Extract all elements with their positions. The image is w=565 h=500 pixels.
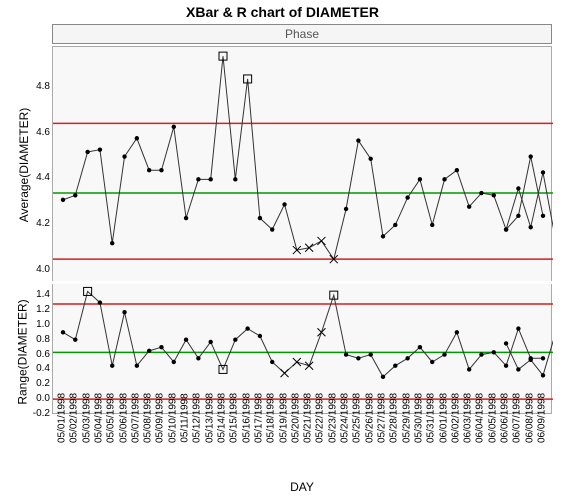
x-tick: 05/13/1998 [204, 393, 215, 443]
x-tick: 05/27/1998 [377, 393, 388, 443]
y-tick: 1.2 [22, 305, 50, 315]
y-tick: 0.2 [22, 379, 50, 389]
x-tick: 06/07/1998 [512, 393, 523, 443]
x-tick: 06/03/1998 [463, 393, 474, 443]
x-tick: 05/18/1998 [266, 393, 277, 443]
y-tick: 1.0 [22, 320, 50, 330]
x-tick: 05/28/1998 [389, 393, 400, 443]
x-tick: 05/02/1998 [69, 393, 80, 443]
y-tick: -0.2 [22, 409, 50, 419]
x-tick: 05/17/1998 [253, 393, 264, 443]
x-tick: 05/15/1998 [229, 393, 240, 443]
phase-header: Phase [52, 24, 552, 44]
x-tick: 05/11/1998 [180, 393, 191, 442]
x-tick: 05/12/1998 [192, 393, 203, 443]
x-tick: 05/04/1998 [93, 393, 104, 443]
x-tick: 05/29/1998 [401, 393, 412, 443]
x-tick: 06/01/1998 [438, 393, 449, 443]
x-tick: 05/10/1998 [167, 393, 178, 443]
x-axis-label: DAY [52, 480, 552, 494]
x-tick: 06/06/1998 [500, 393, 511, 443]
chart-title: XBar & R chart of DIAMETER [0, 4, 565, 20]
x-tick: 05/09/1998 [155, 393, 166, 443]
x-tick: 05/05/1998 [106, 393, 117, 443]
y-tick: 4.6 [22, 128, 50, 138]
y-tick: 0.0 [22, 394, 50, 404]
y-tick: 4.8 [22, 82, 50, 92]
y-tick: 4.4 [22, 173, 50, 183]
y-ticks-xbar: 4.0 4.2 4.4 4.6 4.8 [20, 46, 50, 281]
x-tick: 06/08/1998 [524, 393, 535, 443]
x-tick: 05/06/1998 [118, 393, 129, 443]
y-tick: 4.2 [22, 219, 50, 229]
x-tick: 06/05/1998 [487, 393, 498, 443]
x-tick: 05/03/1998 [81, 393, 92, 443]
x-tick: 05/14/1998 [217, 393, 228, 443]
y-tick: 0.8 [22, 335, 50, 345]
x-tick: 05/16/1998 [241, 393, 252, 443]
x-tick: 06/04/1998 [475, 393, 486, 443]
y-tick: 4.0 [22, 265, 50, 275]
x-tick: 05/30/1998 [413, 393, 424, 443]
x-tick: 05/22/1998 [315, 393, 326, 443]
y-tick: 0.6 [22, 350, 50, 360]
x-tick: 05/21/1998 [303, 393, 314, 443]
x-axis-ticks: 05/01/199805/02/199805/03/199805/04/1998… [52, 418, 552, 488]
y-tick: 0.4 [22, 364, 50, 374]
x-tick: 05/25/1998 [352, 393, 363, 443]
x-tick: 05/31/1998 [426, 393, 437, 443]
y-tick: 1.4 [22, 290, 50, 300]
x-tick: 05/23/1998 [327, 393, 338, 443]
xbar-panel [52, 46, 552, 281]
x-tick: 05/26/1998 [364, 393, 375, 443]
x-tick: 05/01/1998 [57, 393, 68, 443]
x-tick: 05/20/1998 [290, 393, 301, 443]
x-tick: 06/02/1998 [450, 393, 461, 443]
x-tick: 05/24/1998 [340, 393, 351, 443]
x-tick: 05/19/1998 [278, 393, 289, 443]
x-tick: 06/09/1998 [537, 393, 548, 443]
y-ticks-range: -0.20.00.20.40.60.81.01.21.4 [20, 284, 50, 414]
x-tick: 05/08/1998 [143, 393, 154, 443]
x-tick: 05/07/1998 [130, 393, 141, 443]
control-chart: XBar & R chart of DIAMETER Phase Average… [0, 0, 565, 500]
